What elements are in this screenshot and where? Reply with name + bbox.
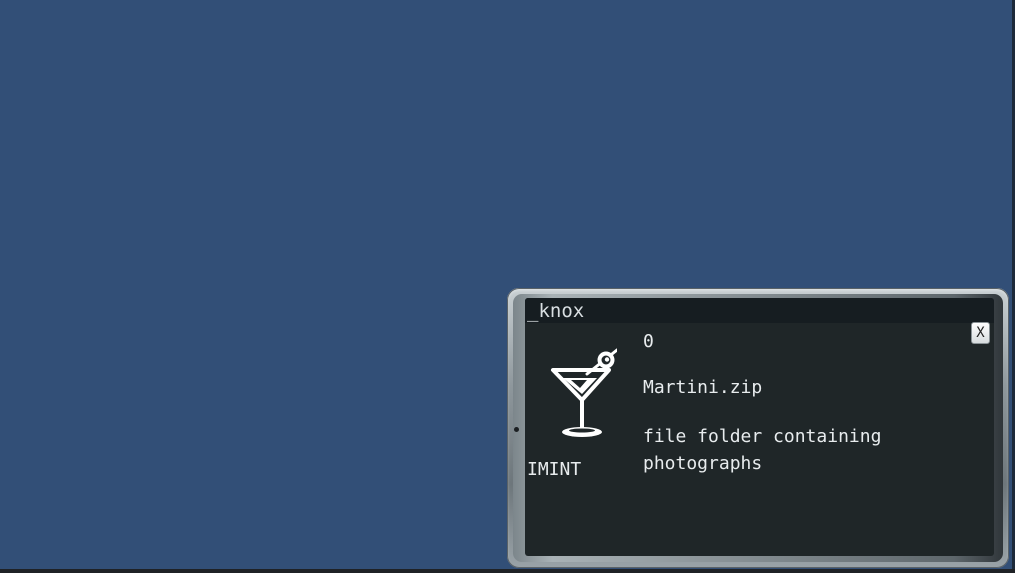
tablet-camera-icon (514, 427, 519, 432)
martini-glass-icon (547, 340, 619, 440)
desktop-background: _knox X IMINT 0 Martini.zip file folder … (0, 0, 1015, 573)
window-titlebar[interactable]: _knox (525, 298, 994, 323)
item-count: 0 (643, 331, 654, 352)
category-label: IMINT (527, 459, 582, 480)
file-name: Martini.zip (643, 377, 763, 398)
file-description: file folder containing photographs (643, 426, 882, 474)
window-title: _knox (527, 300, 585, 322)
tablet-device-frame: _knox X IMINT 0 Martini.zip file folder … (507, 288, 1009, 568)
close-button[interactable]: X (971, 322, 990, 344)
taskbar-strip (0, 569, 1015, 573)
dossier-window: _knox X IMINT 0 Martini.zip file folder … (525, 298, 994, 556)
